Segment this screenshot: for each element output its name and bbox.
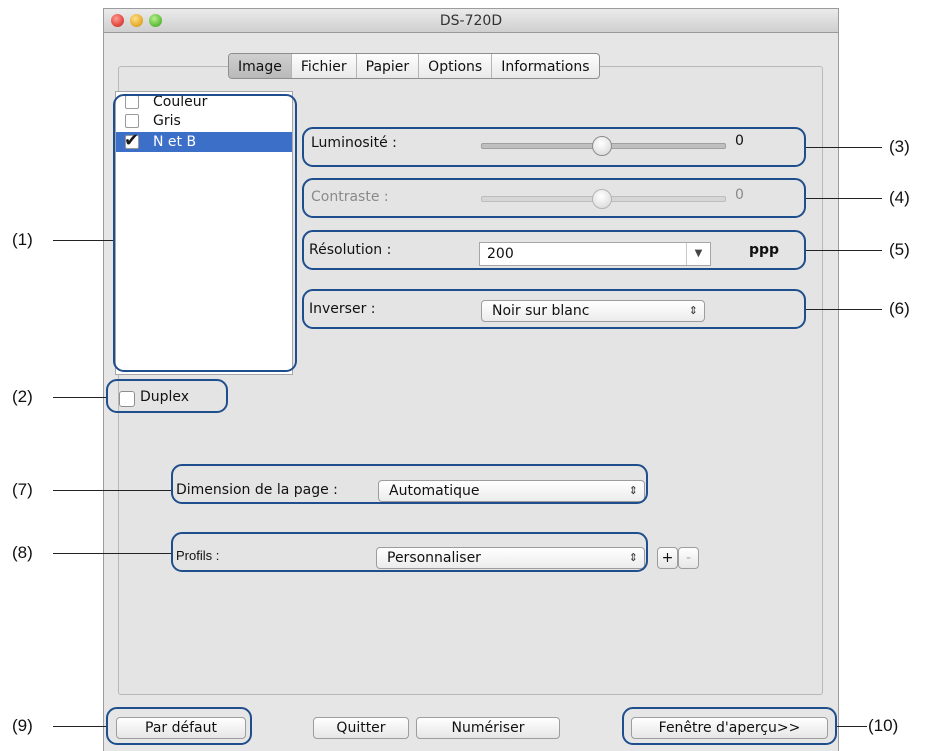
leader-line-4 bbox=[806, 198, 882, 199]
tab-bar: Image Fichier Papier Options Information… bbox=[228, 53, 600, 79]
leader-line-7 bbox=[53, 490, 171, 491]
tab-image[interactable]: Image bbox=[229, 54, 292, 78]
callout-box-5 bbox=[302, 230, 806, 270]
annotation-7: (7) bbox=[12, 480, 33, 499]
title-bar: DS-720D bbox=[104, 9, 838, 33]
callout-box-3 bbox=[302, 127, 806, 167]
remove-profile-button[interactable]: - bbox=[678, 547, 699, 569]
leader-line-1 bbox=[53, 240, 113, 241]
leader-line-2 bbox=[53, 397, 106, 398]
add-profile-button[interactable]: + bbox=[657, 547, 678, 569]
callout-box-6 bbox=[302, 289, 806, 329]
annotation-6: (6) bbox=[889, 299, 910, 318]
scan-button[interactable]: Numériser bbox=[416, 717, 560, 739]
callout-box-10 bbox=[622, 707, 837, 745]
callout-box-4 bbox=[302, 178, 806, 218]
annotation-3: (3) bbox=[889, 137, 910, 156]
leader-line-3 bbox=[806, 147, 882, 148]
leader-line-10 bbox=[837, 726, 867, 727]
window-title: DS-720D bbox=[439, 13, 503, 29]
annotation-10: (10) bbox=[868, 716, 899, 735]
annotation-2: (2) bbox=[12, 387, 33, 406]
leader-line-9 bbox=[53, 726, 106, 727]
annotation-5: (5) bbox=[889, 240, 910, 259]
leader-line-5 bbox=[806, 250, 882, 251]
leader-line-6 bbox=[806, 309, 882, 310]
annotation-9: (9) bbox=[12, 716, 33, 735]
callout-box-7 bbox=[171, 464, 648, 504]
tab-options[interactable]: Options bbox=[419, 54, 493, 78]
callout-box-1 bbox=[113, 94, 297, 372]
callout-box-9 bbox=[106, 707, 252, 745]
tab-informations[interactable]: Informations bbox=[492, 54, 598, 78]
annotation-8: (8) bbox=[12, 543, 33, 562]
annotation-4: (4) bbox=[889, 188, 910, 207]
tab-fichier[interactable]: Fichier bbox=[292, 54, 357, 78]
tab-papier[interactable]: Papier bbox=[357, 54, 420, 78]
leader-line-8 bbox=[53, 553, 171, 554]
quit-button[interactable]: Quitter bbox=[313, 717, 409, 739]
callout-box-2 bbox=[106, 379, 228, 413]
callout-box-8 bbox=[171, 532, 648, 572]
annotation-1: (1) bbox=[12, 230, 33, 249]
